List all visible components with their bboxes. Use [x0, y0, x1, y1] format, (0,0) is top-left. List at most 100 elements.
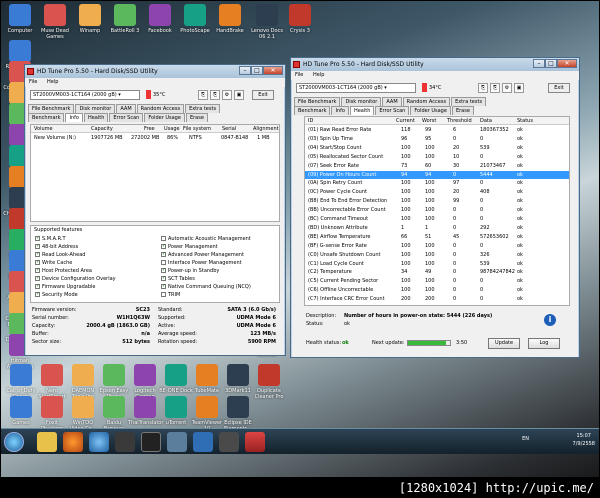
smart-row[interactable]: (BE) Airflow Temperature 66 51 45 572653602 o… — [305, 233, 569, 241]
tab-disk-monitor[interactable]: Disk monitor — [75, 104, 116, 113]
smart-row[interactable]: (C0) Unsafe Shutdown Count 100 100 0 326 ok — [305, 251, 569, 259]
smart-row[interactable]: (C2) Temperature 34 49 0 98784247842 ok — [305, 268, 569, 276]
desktop-icon-muse-dead-games[interactable]: Muse Dead Games — [38, 4, 72, 40]
tab-info[interactable]: Info — [65, 113, 83, 122]
smart-row[interactable]: (C5) Current Pending Sector 100 100 0 0 ok — [305, 277, 569, 285]
update-button[interactable]: Update — [488, 338, 520, 349]
feature-advanced-power-management[interactable]: Advanced Power Management — [161, 250, 244, 259]
smart-row[interactable]: (C6) Offline Uncorrectable 100 100 0 0 ok — [305, 286, 569, 294]
menu-help[interactable]: Help — [47, 79, 58, 85]
feature-interface-power-management[interactable]: Interface Power Management — [161, 259, 242, 267]
feature-checkbox[interactable] — [161, 292, 166, 297]
options-icon[interactable]: ⚙ — [222, 90, 232, 100]
exit-button[interactable]: Exit — [548, 83, 570, 93]
copy-icon-2[interactable]: ⎘ — [490, 83, 500, 93]
smart-row[interactable]: (03) Spin Up Time 96 95 0 0 ok — [305, 135, 569, 143]
tab-file-benchmark[interactable]: File Benchmark — [294, 97, 341, 106]
feature-device-configuration-overlay[interactable]: Device Configuration Overlay — [35, 274, 116, 283]
feature-checkbox[interactable] — [161, 266, 166, 274]
start-button[interactable] — [4, 432, 24, 452]
feature-power-management[interactable]: Power Management — [161, 242, 218, 251]
desktop-icon-be-one-dock[interactable]: BE-ONE Dock — [159, 364, 193, 394]
feature-checkbox[interactable] — [161, 236, 166, 241]
desktop-icon-tubemate[interactable]: TubeMate — [190, 364, 224, 394]
taskbar-teamviewer-icon[interactable] — [193, 432, 213, 452]
language-indicator[interactable]: EN — [522, 436, 529, 442]
log-button[interactable]: Log — [528, 338, 560, 349]
desktop-icon-games[interactable]: Games — [4, 396, 38, 426]
tab-benchmark[interactable]: Benchmark — [294, 106, 331, 115]
tab-disk-monitor[interactable]: Disk monitor — [341, 97, 382, 106]
smart-row[interactable]: (07) Seek Error Rate 73 60 30 21073467 ok — [305, 162, 569, 170]
feature-trim[interactable]: TRIM — [161, 291, 180, 299]
tab-health[interactable]: Health — [349, 106, 375, 115]
taskbar-cmd-icon[interactable] — [141, 432, 161, 452]
desktop-icon-duplicate-cleaner-pro[interactable]: Duplicate Cleaner Pro — [252, 364, 286, 400]
desktop-icon-3dmark11[interactable]: 3DMark11 — [221, 364, 255, 394]
smart-row[interactable]: (0C) Power Cycle Count 100 100 20 408 ok — [305, 188, 569, 196]
save-icon[interactable]: ▣ — [234, 90, 244, 100]
minimize-button[interactable]: – — [533, 59, 545, 68]
tab-benchmark[interactable]: Benchmark — [28, 113, 65, 122]
smart-table[interactable]: ID Current Worst Threshold Data Status (… — [304, 116, 570, 306]
taskbar-hdtune-icon[interactable] — [245, 432, 265, 452]
desktop-icon-facebook[interactable]: Facebook — [143, 4, 177, 34]
tab-folder-usage[interactable]: Folder Usage — [410, 106, 451, 115]
desktop-icon-call-of-duty-ghosts[interactable]: Call of Duty Ghosts — [4, 364, 38, 400]
feature-checkbox[interactable] — [35, 266, 40, 274]
tab-folder-usage[interactable]: Folder Usage — [144, 113, 185, 122]
desktop-icon-eclipse-ide-elements[interactable]: Eclipse IDE Elements... — [221, 396, 255, 432]
save-icon[interactable]: ▣ — [514, 83, 524, 93]
close-button[interactable]: ✕ — [557, 59, 577, 68]
copy-icon-2[interactable]: ⎘ — [210, 90, 220, 100]
tab-aam[interactable]: AAM — [116, 104, 136, 113]
smart-row[interactable]: (BB) Uncorrectable Error Count 100 100 0 0 ok — [305, 206, 569, 214]
desktop-icon-lenovo-docs-06-2-1[interactable]: Lenovo Docs 06 2.1 — [250, 4, 284, 40]
tab-file-benchmark[interactable]: File Benchmark — [28, 104, 75, 113]
desktop-icon-photoscape[interactable]: PhotoScape — [178, 4, 212, 34]
feature-write-cache[interactable]: Write Cache — [35, 258, 72, 267]
feature-native-command-queuing-ncq[interactable]: Native Command Queuing (NCQ) — [161, 282, 251, 291]
feature-checkbox[interactable] — [35, 242, 40, 250]
tab-extra-tests[interactable]: Extra tests — [185, 104, 221, 113]
desktop-icon-logitech-gaming[interactable]: Logitech Gaming — [128, 364, 162, 400]
feature-checkbox[interactable] — [35, 290, 40, 298]
smart-row[interactable]: (05) Reallocated Sector Count 100 100 10 0 ok — [305, 153, 569, 161]
feature-checkbox[interactable] — [161, 282, 166, 290]
desktop-icon-handbrake[interactable]: HandBrake — [213, 4, 247, 34]
feature-automatic-acoustic-management[interactable]: Automatic Acoustic Management — [161, 235, 251, 243]
tab-health[interactable]: Health — [83, 113, 109, 122]
smart-row[interactable]: (C1) Load Cycle Count 100 100 0 539 ok — [305, 260, 569, 268]
volume-list[interactable]: Volume Capacity Free Usage File system S… — [30, 124, 280, 222]
menu-file[interactable]: File — [295, 72, 303, 78]
tab-random-access[interactable]: Random Access — [402, 97, 451, 106]
tab-random-access[interactable]: Random Access — [136, 104, 185, 113]
desktop-icon-crysis-3[interactable]: Crysis 3 — [283, 4, 317, 34]
exit-button[interactable]: Exit — [252, 90, 274, 100]
smart-row[interactable]: (09) Power On Hours Count 94 94 0 5444 ok — [305, 170, 569, 179]
maximize-button[interactable]: □ — [545, 59, 557, 68]
options-icon[interactable]: ⚙ — [502, 83, 512, 93]
menu-help[interactable]: Help — [313, 72, 324, 78]
taskbar-firefox-icon[interactable] — [63, 432, 83, 452]
tab-info[interactable]: Info — [331, 106, 349, 115]
health-titlebar[interactable]: HD Tune Pro 5.50 - Hard Disk/SSD Utility… — [291, 58, 579, 71]
menu-file[interactable]: File — [29, 79, 37, 85]
desktop-icon-nero-startsmart[interactable]: Nero StartSmart — [35, 364, 69, 400]
taskbar-app-icon[interactable] — [167, 432, 187, 452]
feature-checkbox[interactable] — [161, 274, 166, 282]
tab-aam[interactable]: AAM — [382, 97, 402, 106]
feature-checkbox[interactable] — [35, 234, 40, 242]
tab-erase[interactable]: Erase — [451, 106, 474, 115]
smart-row[interactable]: (01) Raw Read Error Rate 118 99 6 180367352 o… — [305, 126, 569, 134]
copy-icon[interactable]: ⎘ — [478, 83, 488, 93]
feature-checkbox[interactable] — [161, 242, 166, 250]
drive-select[interactable]: ST2000VM003-1CT164 (2000 gB) ▾ — [296, 83, 416, 93]
desktop-icon-daemon-tools-pro[interactable]: DAEMON Tools Pro — [66, 364, 100, 400]
desktop-icon-utorrent[interactable]: uTorrent — [159, 396, 193, 426]
tab-extra-tests[interactable]: Extra tests — [451, 97, 487, 106]
desktop-icon-battleroll-3[interactable]: BattleRoll 3 — [108, 4, 142, 34]
desktop-icon-wintoo-video-co[interactable]: WinTOO Video Co... — [66, 396, 100, 432]
feature-checkbox[interactable] — [35, 258, 40, 266]
tab-error-scan[interactable]: Error Scan — [109, 113, 144, 122]
